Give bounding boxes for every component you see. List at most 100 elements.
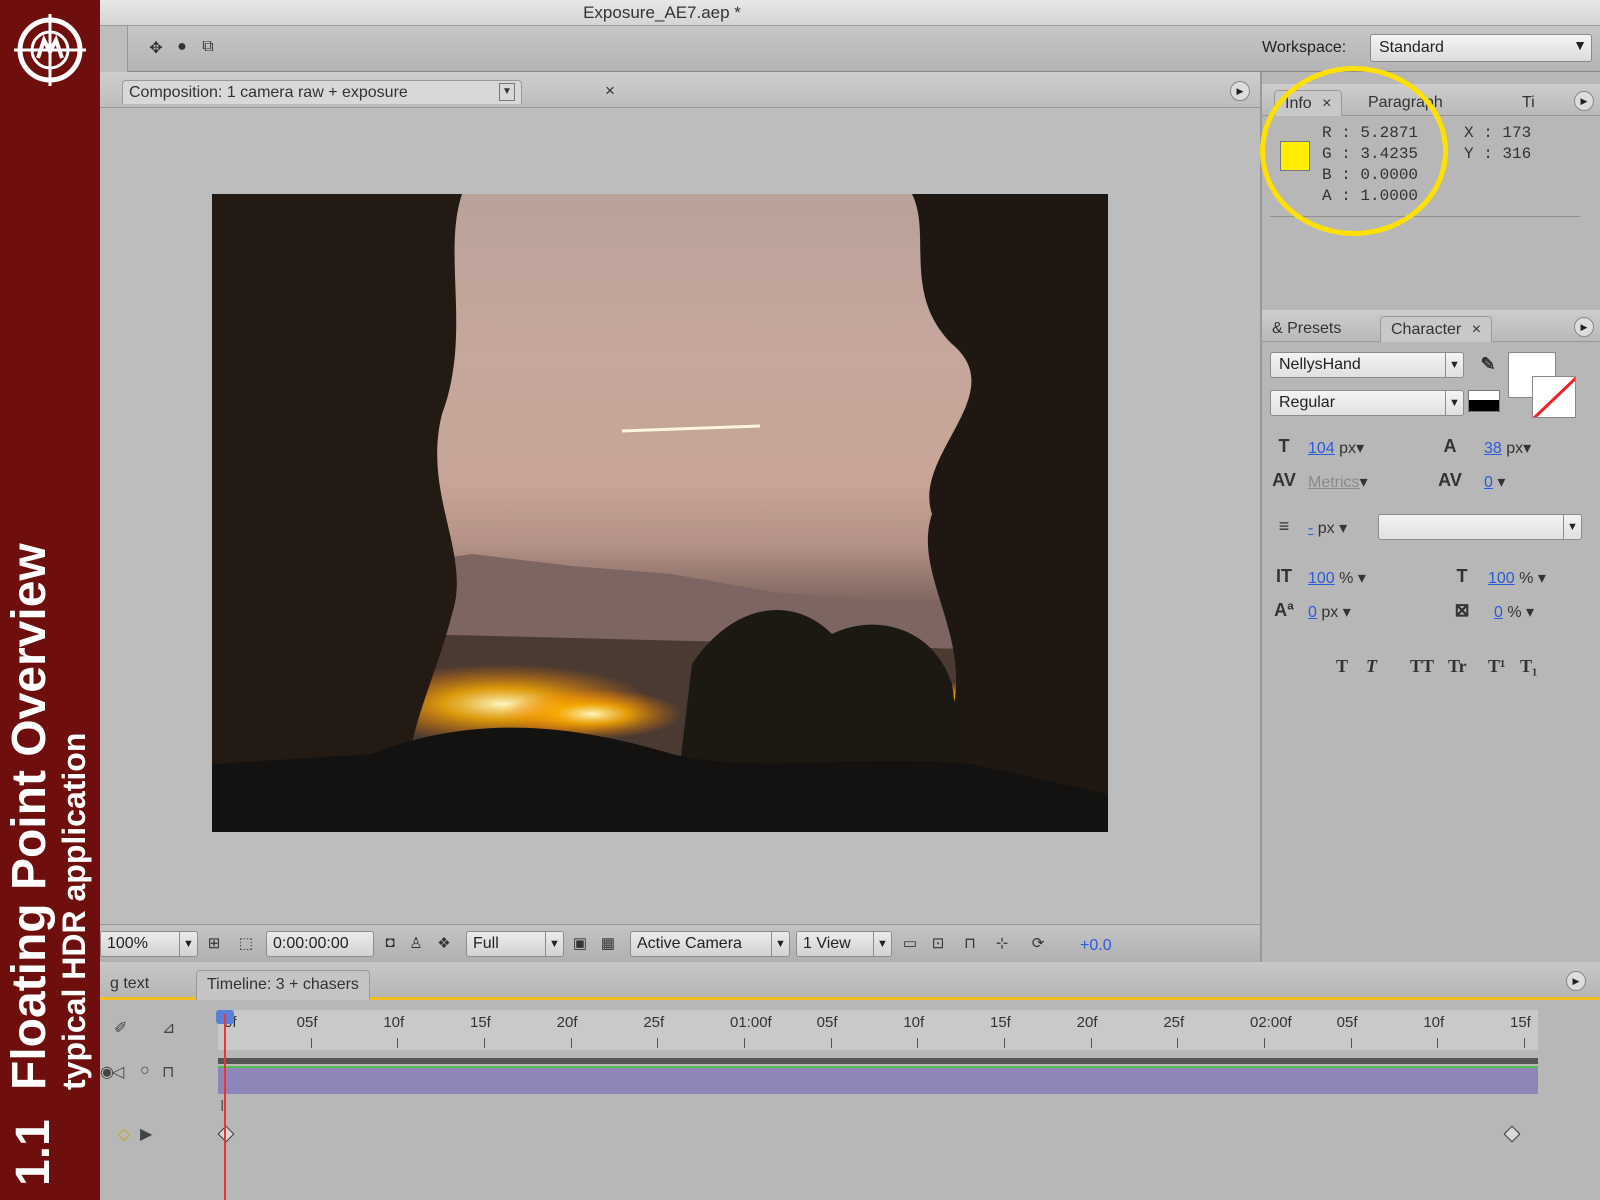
resolution-select[interactable]: Full ▼ [466,931,564,957]
snapshot-icon[interactable]: ◘ [380,934,400,954]
show-snapshot-icon[interactable]: ♙ [406,934,426,954]
pan-tool-icon[interactable]: ⧉ [198,38,218,58]
font-size-icon: T [1278,436,1290,456]
panel-menu-icon[interactable]: ▶ [1574,91,1594,111]
lesson-subtitle: typical HDR application [56,732,92,1090]
baseline-shift-icon: Aª [1274,600,1294,620]
timeline-tabbar: g text Timeline: 3 + chasers ▶ [100,962,1600,1000]
lesson-number: 1.1 [7,1119,60,1186]
fill-stroke-swatch-small[interactable] [1468,390,1500,412]
playhead-line[interactable] [224,1014,226,1200]
safe-zones-icon[interactable]: ⊞ [204,934,224,954]
kerning-field[interactable]: Metrics▾ [1308,472,1368,492]
font-family-value: NellysHand [1279,356,1361,373]
ruler-tick-label: 10f [903,1014,925,1031]
lock-icon[interactable]: ⊓ [162,1062,174,1082]
composition-bottombar: 100% ▼ ⊞ ⬚ 0:00:00:00 ◘ ♙ ❖ Full ▼ ▣ ▦ A… [100,924,1260,962]
time-ruler[interactable]: 0f05f10f15f20f25f01:00f05f10f15f20f25f02… [218,1010,1538,1050]
ruler-tick-mark [1177,1038,1179,1048]
fast-previews-icon[interactable]: ⊡ [928,934,948,954]
channels-icon[interactable]: ❖ [434,934,454,954]
audio-icon[interactable]: ◁ [112,1062,124,1082]
panel-menu-icon[interactable]: ▶ [1230,81,1250,101]
solo-icon[interactable]: ○ [140,1062,150,1080]
ruler-tick-mark [1090,1038,1092,1048]
close-icon[interactable]: × [605,81,615,101]
camera-select[interactable]: Active Camera ▼ [630,931,790,957]
tab-composition[interactable]: Composition: 1 camera raw + exposure ▼ [122,80,522,104]
stroke-width-field[interactable]: - px ▾ [1308,518,1347,538]
ruler-tick-label: 05f [1336,1014,1358,1031]
timeline-icon[interactable]: ⊓ [960,934,980,954]
workspace-value: Standard [1379,39,1444,56]
font-size-field[interactable]: 104 px▾ [1308,438,1364,458]
ruler-tick-mark [830,1038,832,1048]
leading-field[interactable]: 38 px▾ [1484,438,1531,458]
faux-bold-button[interactable]: T [1336,656,1348,677]
exposure-value[interactable]: +0.0 [1080,937,1112,955]
panel-menu-icon[interactable]: ▶ [1574,317,1594,337]
mask-icon[interactable]: ⬚ [236,934,256,954]
brush-icon[interactable]: ✐ [114,1018,127,1038]
graph-editor-icon[interactable]: ⊿ [162,1018,175,1038]
font-style-value: Regular [1279,394,1336,411]
composition-tabbar: Composition: 1 camera raw + exposure ▼ ×… [100,72,1260,108]
ruler-tick-mark [744,1038,745,1048]
layer-duration-bar[interactable] [218,1068,1538,1094]
tab-text[interactable]: g text [100,970,159,1000]
flowchart-icon[interactable]: ⊹ [992,934,1012,954]
reset-exposure-icon[interactable]: ⟳ [1028,934,1048,954]
vertical-overlay-text: 1.1 Floating Point Overview typical HDR … [0,0,100,1200]
vertical-scale-field[interactable]: 100 % ▾ [1308,568,1366,588]
ruler-tick-mark [917,1038,919,1048]
zoom-select[interactable]: 100% ▼ [100,931,198,957]
keyframe-icon[interactable]: ◇ [118,1124,130,1144]
workspace-select[interactable]: Standard ▼ [1370,34,1592,62]
stroke-color-swatch[interactable] [1532,376,1576,418]
tab-character[interactable]: Character × [1380,316,1493,342]
work-area-bar[interactable] [218,1058,1538,1070]
close-icon[interactable]: × [1472,321,1481,338]
region-of-interest-icon[interactable]: ▣ [570,934,590,954]
chevron-down-icon: ▼ [1445,391,1463,415]
panel-menu-icon[interactable]: ▶ [1566,971,1586,991]
tracking-field[interactable]: 0 ▾ [1484,472,1505,492]
font-family-select[interactable]: NellysHand ▼ [1270,352,1464,378]
baseline-shift-field[interactable]: 0 px ▾ [1308,602,1351,622]
eyedropper-icon[interactable]: ✎ [1476,354,1500,378]
title-bar: Exposure_AE7.aep * [100,0,1600,26]
ruler-tick-mark [310,1038,312,1048]
horizontal-scale-field[interactable]: 100 % ▾ [1488,568,1546,588]
ruler-tick-mark [657,1038,659,1048]
small-caps-button[interactable]: Tr [1448,656,1467,677]
keyframe-start[interactable] [217,1125,235,1143]
tab-effects-presets[interactable]: & Presets [1262,316,1351,342]
composition-viewer[interactable] [212,194,1108,832]
faux-italic-button[interactable]: T [1366,656,1377,677]
expand-arrow-icon[interactable]: ▶ [140,1124,152,1144]
ruler-tick-label: 10f [1423,1014,1445,1031]
superscript-button[interactable]: T¹ [1488,656,1505,677]
tab-timeline[interactable]: Timeline: 3 + chasers [196,970,370,1000]
move-tool-icon[interactable]: ✥ [146,38,166,58]
font-style-select[interactable]: Regular ▼ [1270,390,1464,416]
brand-strip: 1.1 Floating Point Overview typical HDR … [0,0,100,1200]
chevron-down-icon[interactable]: ▼ [499,83,515,101]
info-x: X : 173 [1464,124,1532,142]
stroke-style-select[interactable]: ▼ [1378,514,1582,540]
keyframe-end[interactable] [1503,1125,1521,1143]
transparency-grid-icon[interactable]: ▦ [598,934,618,954]
toggle-pixel-aspect-icon[interactable]: ▭ [900,934,920,954]
tab-ti[interactable]: Ti [1512,90,1545,116]
subscript-button[interactable]: T₁ [1520,656,1537,677]
timecode-field[interactable]: 0:00:00:00 [266,931,374,957]
ruler-tick-label: 20f [1076,1014,1098,1031]
ruler-tick-label: 25f [1163,1014,1185,1031]
ruler-tick-mark [1004,1038,1005,1048]
tsume-field[interactable]: 0 % ▾ [1494,602,1534,622]
timeline-panel: g text Timeline: 3 + chasers ▶ ✐ ⊿ ◉ ◁ ○… [100,962,1600,1200]
views-select[interactable]: 1 View ▼ [796,931,892,957]
all-caps-button[interactable]: TT [1410,656,1434,677]
orbit-tool-icon[interactable]: ● [172,38,192,58]
stroke-width-icon: ≡ [1278,516,1290,536]
